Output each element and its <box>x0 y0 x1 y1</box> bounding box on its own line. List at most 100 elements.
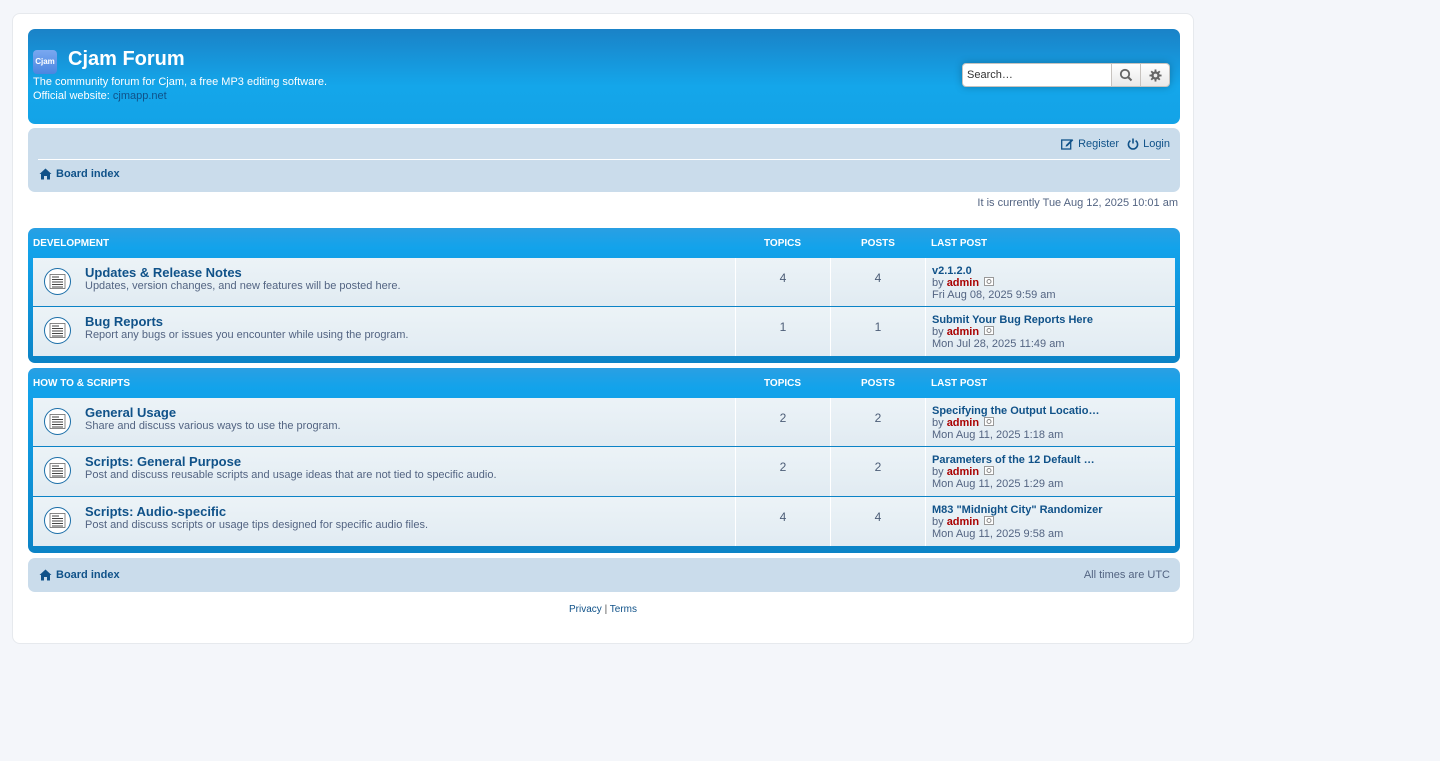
last-post-user[interactable]: admin <box>947 466 979 478</box>
category-title[interactable]: HOW TO & SCRIPTS <box>33 378 130 389</box>
topics-count: 4 <box>735 497 830 546</box>
category-development: DEVELOPMENT TOPICS POSTS LAST POST Updat… <box>28 228 1180 363</box>
category-how-to-scripts: HOW TO & SCRIPTS TOPICS POSTS LAST POST … <box>28 368 1180 553</box>
forum-description: Updates, version changes, and new featur… <box>85 280 401 292</box>
by-label: by <box>932 326 944 338</box>
footer-links: Privacy | Terms <box>13 604 1193 615</box>
navbar: Register Login Board index <box>28 128 1180 192</box>
last-post-title[interactable]: Submit Your Bug Reports Here <box>932 314 1107 326</box>
timezone-note: All times are UTC <box>1083 569 1170 581</box>
last-post-title[interactable]: Parameters of the 12 Default … <box>932 454 1107 466</box>
forum-title[interactable]: Scripts: Audio-specific <box>85 504 226 519</box>
last-post-author-line: by admin <box>932 277 1169 289</box>
last-post-author-line: by admin <box>932 417 1169 429</box>
breadcrumb-label: Board index <box>56 569 120 581</box>
col-topics-header: TOPICS <box>764 238 802 249</box>
privacy-link[interactable]: Privacy <box>569 604 602 615</box>
last-post-date: Mon Aug 11, 2025 1:18 am <box>932 429 1064 442</box>
posts-count: 4 <box>830 497 925 546</box>
forum-row: General Usage Share and discuss various … <box>33 398 1175 446</box>
search-icon <box>1119 68 1133 82</box>
forum-read-icon <box>44 317 71 344</box>
col-last-post-header: LAST POST <box>931 238 988 249</box>
footer-separator: | <box>604 604 608 615</box>
last-post-date: Mon Jul 28, 2025 11:49 am <box>932 338 1065 351</box>
posts-count: 4 <box>830 258 925 306</box>
login-link[interactable]: Login <box>1127 138 1170 150</box>
category-header: HOW TO & SCRIPTS TOPICS POSTS LAST POST <box>33 368 1175 398</box>
forum-description: Share and discuss various ways to use th… <box>85 420 341 432</box>
last-post-title[interactable]: M83 "Midnight City" Randomizer <box>932 504 1107 516</box>
edit-icon <box>1061 139 1074 150</box>
forum-read-icon <box>44 268 71 295</box>
search-box <box>962 63 1170 87</box>
advanced-search-button[interactable] <box>1141 63 1170 87</box>
last-post-author-line: by admin <box>932 516 1169 528</box>
last-post-user[interactable]: admin <box>947 516 979 528</box>
footer-navbar: Board index All times are UTC <box>28 558 1180 592</box>
current-time: It is currently Tue Aug 12, 2025 10:01 a… <box>977 197 1178 209</box>
forum-row: Updates & Release Notes Updates, version… <box>33 258 1175 306</box>
website-line: Official website: cjmapp.net <box>33 89 327 103</box>
last-post-user[interactable]: admin <box>947 277 979 289</box>
page-wrapper: Cjam Cjam Forum The community forum for … <box>12 13 1194 644</box>
view-latest-post-icon[interactable] <box>984 277 995 289</box>
gear-icon <box>1148 68 1162 82</box>
search-input[interactable] <box>962 63 1112 87</box>
forum-read-icon <box>44 457 71 484</box>
forum-title[interactable]: General Usage <box>85 405 176 420</box>
power-icon <box>1127 138 1139 150</box>
user-links: Register Login <box>1061 138 1170 150</box>
by-label: by <box>932 417 944 429</box>
view-latest-post-icon[interactable] <box>984 466 995 478</box>
last-post-date: Mon Aug 11, 2025 1:29 am <box>932 478 1064 491</box>
site-description: The community forum for Cjam, a free MP3… <box>33 75 327 103</box>
topics-count: 2 <box>735 398 830 446</box>
topics-count: 1 <box>735 307 830 356</box>
col-posts-header: POSTS <box>861 378 895 389</box>
last-post-title[interactable]: Specifying the Output Locatio… <box>932 405 1107 417</box>
home-icon <box>39 168 52 180</box>
navbar-divider <box>38 159 1170 160</box>
site-title[interactable]: Cjam Forum <box>68 48 185 71</box>
website-link[interactable]: cjmapp.net <box>113 90 167 102</box>
last-post-user[interactable]: admin <box>947 417 979 429</box>
breadcrumb-board-index[interactable]: Board index <box>39 168 120 180</box>
breadcrumb-label: Board index <box>56 168 120 180</box>
forum-row: Scripts: Audio-specific Post and discuss… <box>33 496 1175 546</box>
register-label: Register <box>1078 138 1120 150</box>
last-post: Parameters of the 12 Default … by admin … <box>925 447 1169 496</box>
last-post: Specifying the Output Locatio… by admin … <box>925 398 1169 446</box>
col-last-post-header: LAST POST <box>931 378 988 389</box>
by-label: by <box>932 277 944 289</box>
forum-title[interactable]: Bug Reports <box>85 314 163 329</box>
site-logo[interactable]: Cjam <box>33 50 57 74</box>
terms-link[interactable]: Terms <box>610 604 637 615</box>
website-label: Official website: <box>33 90 110 102</box>
view-latest-post-icon[interactable] <box>984 326 995 338</box>
posts-count: 2 <box>830 447 925 496</box>
last-post: v2.1.2.0 by admin Fri Aug 08, 2025 9:59 … <box>925 258 1169 306</box>
forum-description: Post and discuss reusable scripts and us… <box>85 469 497 481</box>
view-latest-post-icon[interactable] <box>984 516 995 528</box>
forum-description: Report any bugs or issues you encounter … <box>85 329 409 341</box>
last-post-user[interactable]: admin <box>947 326 979 338</box>
forum-title[interactable]: Scripts: General Purpose <box>85 454 241 469</box>
posts-count: 2 <box>830 398 925 446</box>
posts-count: 1 <box>830 307 925 356</box>
last-post: Submit Your Bug Reports Here by admin Mo… <box>925 307 1169 356</box>
topics-count: 2 <box>735 447 830 496</box>
view-latest-post-icon[interactable] <box>984 417 995 429</box>
topics-count: 4 <box>735 258 830 306</box>
search-button[interactable] <box>1112 63 1141 87</box>
footer-breadcrumb-board-index[interactable]: Board index <box>39 569 120 581</box>
header-bar: Cjam Cjam Forum The community forum for … <box>28 29 1180 124</box>
last-post-title[interactable]: v2.1.2.0 <box>932 265 1107 277</box>
category-header: DEVELOPMENT TOPICS POSTS LAST POST <box>33 228 1175 258</box>
last-post-author-line: by admin <box>932 326 1169 338</box>
category-title[interactable]: DEVELOPMENT <box>33 238 109 249</box>
home-icon <box>39 569 52 581</box>
forum-title[interactable]: Updates & Release Notes <box>85 265 242 280</box>
register-link[interactable]: Register <box>1061 138 1119 150</box>
last-post: M83 "Midnight City" Randomizer by admin … <box>925 497 1169 546</box>
